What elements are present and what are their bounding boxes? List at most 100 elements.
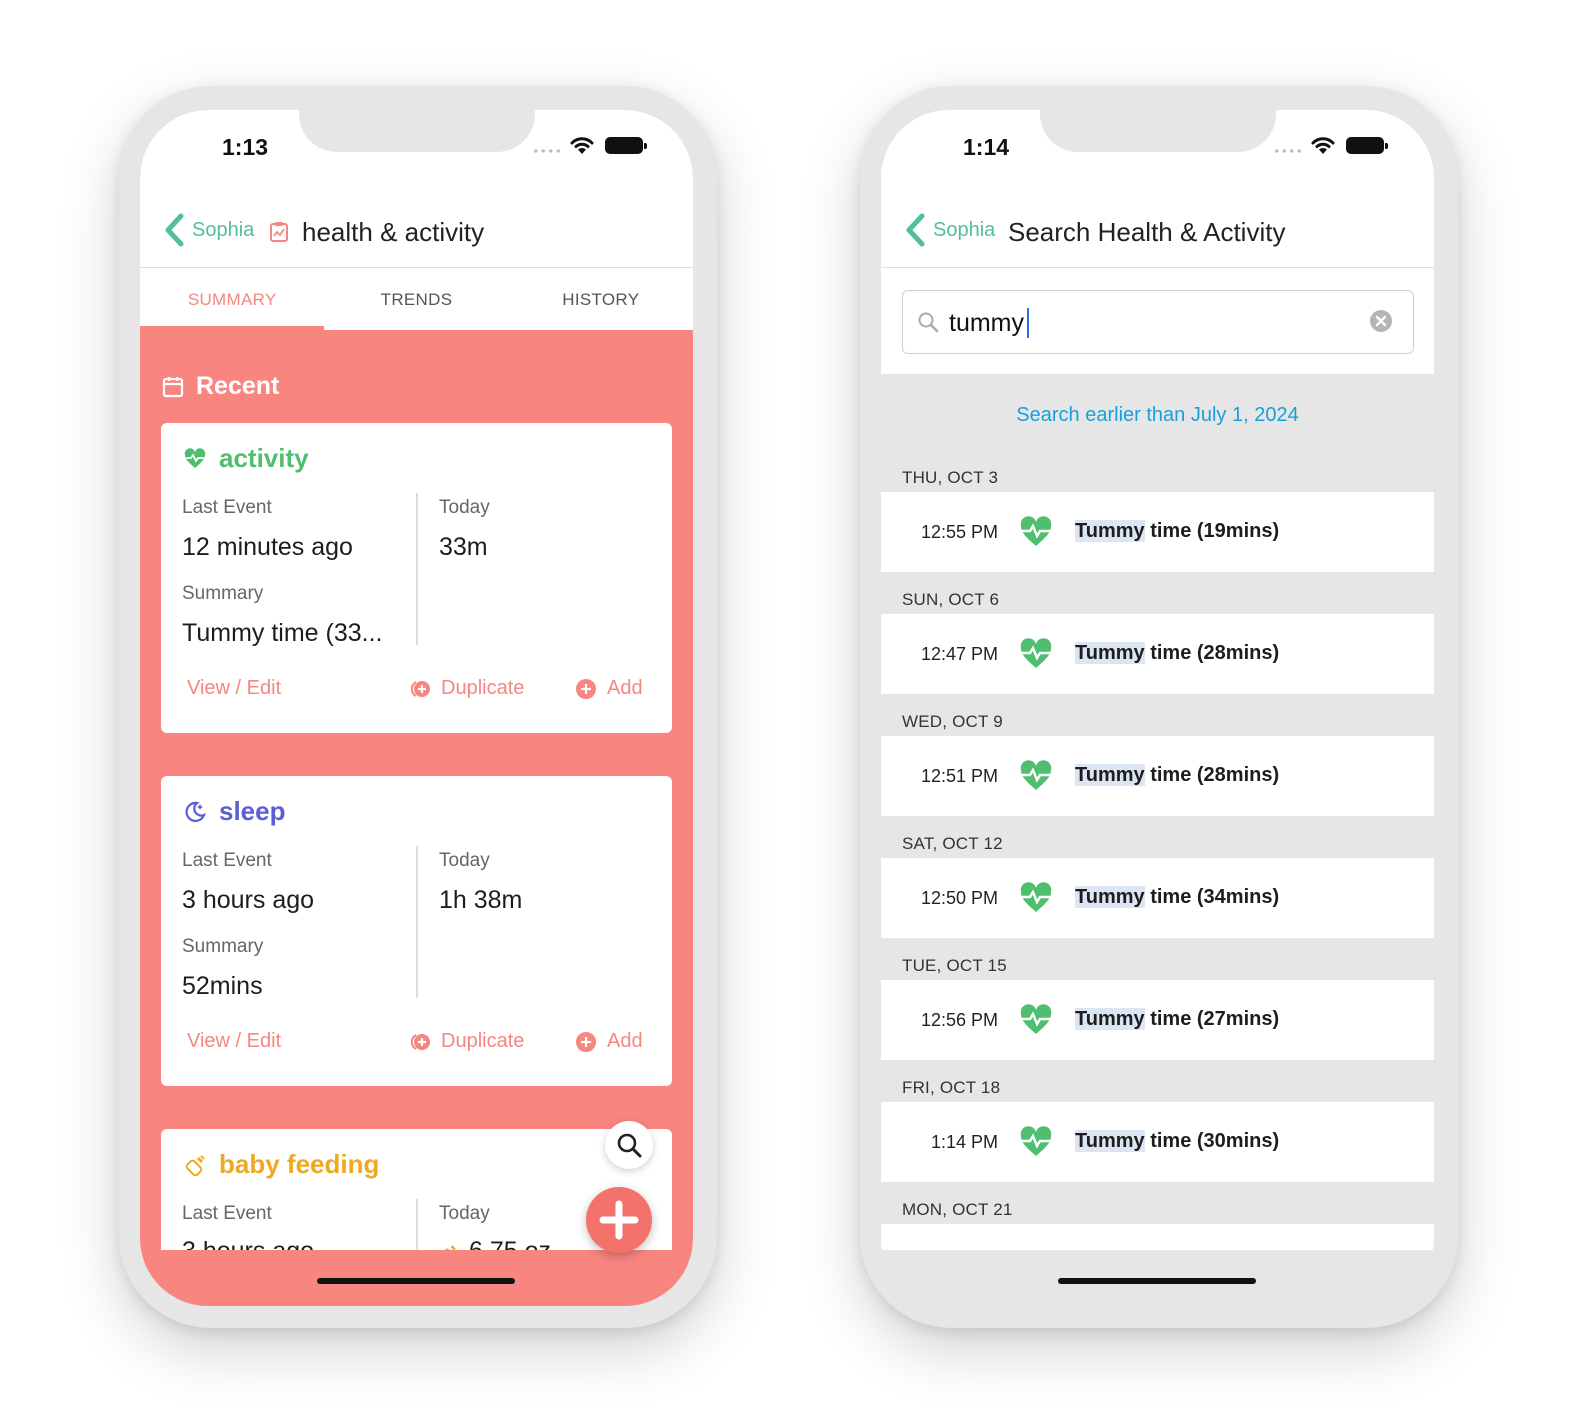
add-label: Add — [607, 677, 643, 699]
sleep-card-title: sleep — [183, 796, 286, 827]
search-field[interactable] — [902, 290, 1414, 354]
result-text: Tummy time (28mins) — [1075, 764, 1279, 787]
page-title: Search Health & Activity — [1008, 217, 1286, 247]
result-text: Tummy time (28mins) — [1075, 642, 1279, 665]
nav-bar: Sophia Search Health & Activity — [881, 190, 1434, 268]
match-highlight: Tummy — [1075, 642, 1145, 664]
search-results: THU, OCT 3 12:55 PM Tummy time (19mins) … — [881, 450, 1434, 1304]
clear-icon[interactable] — [1369, 309, 1393, 333]
chevron-left-icon — [906, 213, 925, 247]
view-edit-link[interactable]: View / Edit — [187, 677, 281, 700]
result-row[interactable]: 12:51 PM Tummy time (28mins) — [881, 736, 1434, 816]
date-header: FRI, OCT 18 — [902, 1078, 1001, 1097]
date-header: WED, OCT 9 — [902, 712, 1003, 731]
add-label: Add — [607, 1030, 643, 1052]
result-rest: time (27mins) — [1144, 1008, 1280, 1030]
today-value: 1h 38m — [439, 886, 523, 914]
activity-card: activity Last Event 12 minutes ago Summa… — [161, 423, 672, 733]
wifi-icon — [1311, 137, 1335, 154]
today-label: Today — [439, 850, 490, 871]
heart-pulse-icon — [1020, 638, 1052, 668]
tab-summary[interactable]: SUMMARY — [140, 268, 325, 330]
search-icon — [617, 1133, 642, 1158]
back-button[interactable]: Sophia — [162, 212, 254, 248]
result-text: Tummy time (34mins) — [1075, 886, 1279, 909]
summary-screen: 1:13 Sophia health & activity SUMMARY TR… — [140, 110, 693, 1306]
result-time: 12:50 PM — [920, 888, 998, 908]
result-rest: time (19mins) — [1144, 520, 1280, 542]
summary-value: Tummy time (33... — [182, 619, 383, 647]
last-event-value: 12 minutes ago — [182, 533, 353, 561]
duplicate-label: Duplicate — [441, 677, 525, 699]
home-area — [881, 1250, 1434, 1306]
duplicate-button[interactable]: Duplicate — [409, 677, 524, 700]
card-actions: View / Edit Duplicate Add — [161, 1030, 672, 1062]
result-row[interactable]: 12:50 PM Tummy time (34mins) — [881, 858, 1434, 938]
bottle-icon — [185, 1154, 205, 1176]
activity-card-title: activity — [183, 443, 309, 474]
duplicate-label: Duplicate — [441, 1030, 525, 1052]
add-button[interactable]: Add — [575, 1030, 643, 1053]
heart-pulse-icon — [1020, 1126, 1052, 1156]
result-text: Tummy time (27mins) — [1075, 1008, 1279, 1031]
result-time: 12:47 PM — [920, 644, 998, 664]
recent-title: Recent — [196, 372, 280, 400]
signal-dots-icon — [532, 149, 562, 153]
result-row[interactable]: 12:55 PM Tummy time (19mins) — [881, 492, 1434, 572]
view-edit-link[interactable]: View / Edit — [187, 1030, 281, 1053]
page-title: health & activity — [302, 217, 485, 247]
date-header: TUE, OCT 15 — [902, 956, 1007, 975]
home-indicator[interactable] — [317, 1278, 515, 1284]
search-screen: 1:14 Sophia Search Health & Activity tum… — [881, 110, 1434, 1306]
clipboard-chart-icon — [270, 222, 288, 242]
summary-label: Summary — [182, 583, 264, 604]
floating-search-button[interactable] — [605, 1121, 653, 1169]
last-event-label: Last Event — [182, 1203, 272, 1224]
text-cursor — [1027, 308, 1029, 338]
last-event-label: Last Event — [182, 497, 272, 518]
search-earlier-link[interactable]: Search earlier than July 1, 2024 — [881, 404, 1434, 427]
home-area — [140, 1250, 693, 1306]
today-label: Today — [439, 497, 490, 518]
card-title: activity — [219, 443, 309, 473]
moon-icon — [185, 801, 206, 822]
result-time: 12:55 PM — [920, 522, 998, 542]
notch — [299, 110, 535, 152]
back-label: Sophia — [192, 218, 255, 241]
tab-history[interactable]: HISTORY — [509, 268, 693, 330]
home-indicator[interactable] — [1058, 1278, 1256, 1284]
search-area — [881, 268, 1434, 374]
tab-trends[interactable]: TRENDS — [324, 268, 508, 330]
phone-left: 1:13 Sophia health & activity SUMMARY TR… — [119, 86, 717, 1328]
result-row[interactable]: 12:47 PM Tummy time (28mins) — [881, 614, 1434, 694]
plus-circle-icon — [576, 1031, 596, 1052]
duplicate-button[interactable]: Duplicate — [409, 1030, 524, 1053]
result-row[interactable]: 1:14 PM Tummy time (30mins) — [881, 1102, 1434, 1182]
summary-label: Summary — [182, 936, 264, 957]
card-actions: View / Edit Duplicate Add — [161, 677, 672, 709]
result-text: Tummy time (30mins) — [1075, 1130, 1279, 1153]
feeding-card-title: baby feeding — [183, 1149, 379, 1180]
back-label: Sophia — [933, 218, 996, 241]
nav-bar: Sophia health & activity — [140, 190, 693, 268]
heart-pulse-icon — [1020, 760, 1052, 790]
battery-icon — [605, 137, 647, 154]
add-button[interactable]: Add — [575, 677, 643, 700]
result-row[interactable]: 12:56 PM Tummy time (27mins) — [881, 980, 1434, 1060]
floating-add-button[interactable] — [586, 1187, 652, 1253]
search-input[interactable] — [949, 303, 1349, 343]
result-rest: time (28mins) — [1144, 642, 1280, 664]
plus-icon — [599, 1200, 639, 1240]
calendar-icon — [162, 376, 184, 397]
result-rest: time (34mins) — [1144, 886, 1280, 908]
match-highlight: Tummy — [1075, 886, 1145, 908]
status-time: 1:13 — [222, 134, 269, 160]
back-button[interactable]: Sophia — [903, 212, 995, 248]
card-divider — [416, 846, 418, 998]
result-text: Tummy time (19mins) — [1075, 520, 1279, 543]
search-icon — [918, 312, 939, 333]
status-time: 1:14 — [963, 134, 1010, 160]
wifi-icon — [570, 137, 594, 154]
card-title: baby feeding — [219, 1149, 380, 1179]
result-time: 12:56 PM — [920, 1010, 998, 1030]
